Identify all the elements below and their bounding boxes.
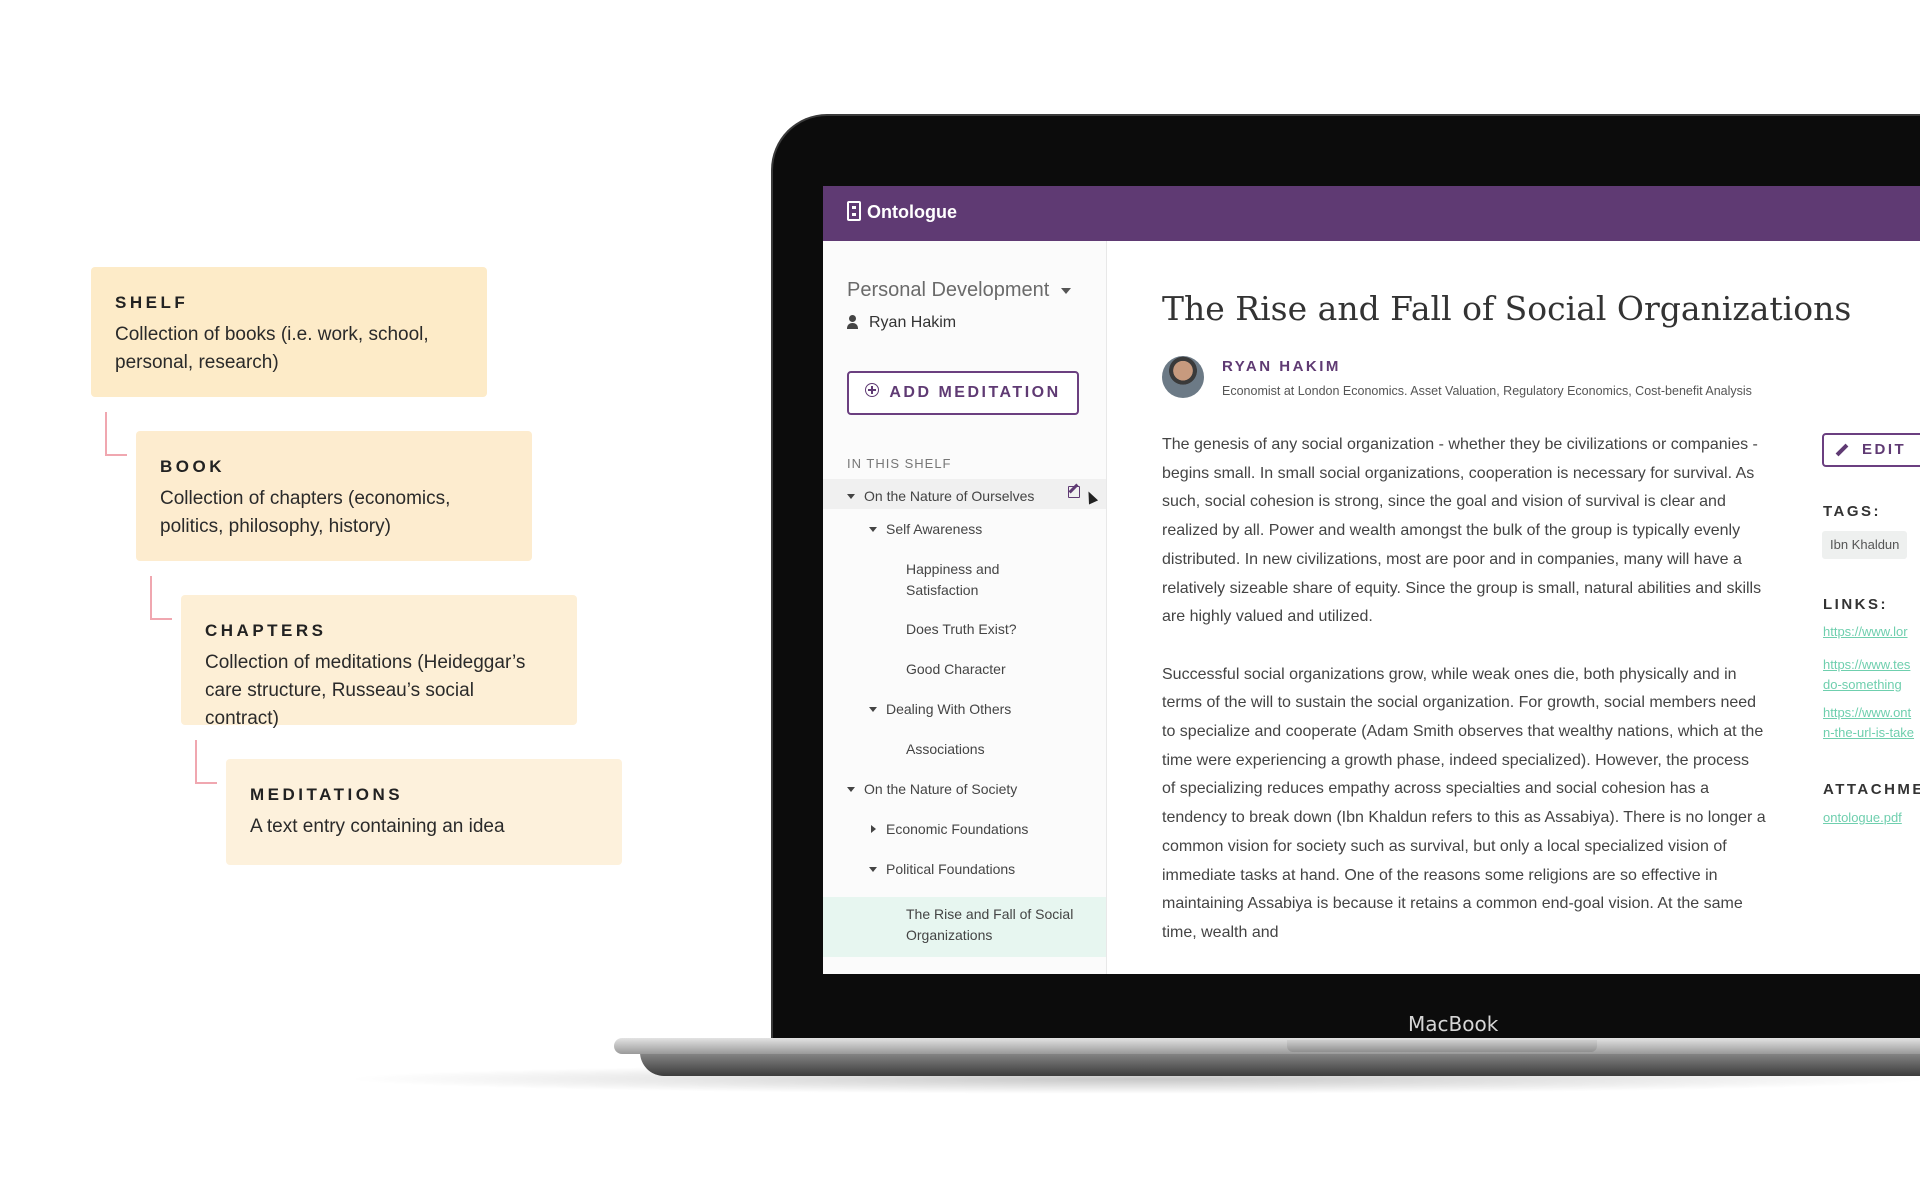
tree-chapter-dealing-with-others[interactable]: Dealing With Others (823, 699, 1106, 720)
owner-name: Ryan Hakim (869, 314, 957, 331)
edit-icon[interactable] (1068, 486, 1080, 498)
laptop-screen: Ontologue Personal Development Ryan Haki… (823, 186, 1920, 974)
tree-label: Self Awareness (886, 521, 983, 537)
tree-label: Does Truth Exist? (906, 621, 1017, 637)
link[interactable]: n-the-url-is-take (1823, 723, 1914, 743)
edit-label: EDIT (1862, 441, 1907, 458)
card-title: MEDITATIONS (250, 785, 404, 804)
author-description: Economist at London Economics. Asset Val… (1222, 384, 1752, 398)
tree-label: On the Nature of Ourselves (864, 488, 1035, 504)
link[interactable]: https://www.lor (1823, 622, 1908, 642)
card-description: Collection of meditations (Heideggar’s c… (205, 652, 526, 729)
card-title: CHAPTERS (205, 621, 327, 640)
laptop-base-bottom (640, 1052, 1920, 1076)
tree-label: On the Nature of Society (864, 781, 1018, 797)
tree-meditation-good-character[interactable]: Good Character (823, 659, 1106, 680)
tree-meditation-associations[interactable]: Associations (823, 739, 1106, 760)
shelf-card: SHELF Collection of books (i.e. work, sc… (91, 267, 487, 397)
caret-down-icon[interactable] (847, 494, 855, 499)
article-title: The Rise and Fall of Social Organization… (1162, 289, 1852, 328)
shelf-selector[interactable]: Personal Development (847, 279, 1072, 302)
author-name[interactable]: RYAN HAKIM (1222, 358, 1341, 375)
tree-meditation-happiness[interactable]: Happiness and Satisfaction (823, 559, 1043, 601)
shelf-name: Personal Development (847, 279, 1050, 301)
link[interactable]: do-something (1823, 675, 1902, 695)
tree-book-on-the-nature-of-society[interactable]: On the Nature of Society (823, 779, 1106, 800)
connector-line (150, 576, 172, 620)
tree-label: Associations (906, 741, 985, 757)
connector-line (195, 740, 217, 784)
card-title: SHELF (115, 293, 189, 312)
chapters-card: CHAPTERS Collection of meditations (Heid… (181, 595, 577, 729)
tree-label: Political Foundations (886, 861, 1016, 877)
tree-meditation-rise-and-fall[interactable]: The Rise and Fall of Social Organization… (823, 897, 1106, 957)
meditations-card: MEDITATIONS A text entry containing an i… (226, 759, 622, 865)
attachments-label: ATTACHME (1823, 781, 1920, 798)
caret-down-icon[interactable] (869, 527, 877, 532)
tree-chapter-political-foundations[interactable]: Political Foundations (823, 859, 1106, 880)
app-name[interactable]: Ontologue (867, 202, 957, 223)
add-meditation-label: ADD MEDITATION (889, 384, 1061, 401)
book-card: BOOK Collection of chapters (economics, … (136, 431, 532, 561)
tags-label: TAGS: (1823, 503, 1882, 520)
tree-chapter-economic-foundations[interactable]: Economic Foundations (823, 819, 1106, 840)
tree-label: Happiness and Satisfaction (906, 561, 1000, 598)
link[interactable]: https://www.tes (1823, 655, 1910, 675)
card-title: BOOK (160, 457, 225, 476)
plus-circle-icon (865, 383, 880, 397)
pencil-icon (1835, 443, 1849, 457)
macbook-label: MacBook (1408, 1012, 1499, 1036)
edit-button[interactable]: EDIT (1822, 433, 1920, 467)
article-body[interactable]: The genesis of any social organization -… (1162, 431, 1766, 974)
tree-label: Economic Foundations (886, 821, 1029, 837)
attachment-link[interactable]: ontologue.pdf (1823, 808, 1902, 828)
chevron-down-icon (1061, 287, 1072, 294)
tree-label: Good Character (906, 661, 1006, 677)
caret-down-icon[interactable] (869, 707, 877, 712)
shelf-owner: Ryan Hakim (847, 314, 956, 332)
connector-line (105, 412, 127, 456)
person-icon (847, 315, 858, 329)
mouse-cursor-icon (1083, 489, 1099, 505)
add-meditation-button[interactable]: ADD MEDITATION (847, 371, 1079, 415)
ontologue-logo-icon[interactable] (847, 201, 861, 221)
main-content: The Rise and Fall of Social Organization… (1107, 241, 1920, 974)
laptop-base (614, 1038, 1920, 1054)
links-label: LINKS: (1823, 596, 1888, 613)
card-description: A text entry containing an idea (250, 816, 505, 837)
avatar[interactable] (1162, 356, 1204, 398)
card-description: Collection of books (i.e. work, school, … (115, 324, 429, 373)
caret-right-icon[interactable] (871, 825, 876, 833)
tree-label: Dealing With Others (886, 701, 1012, 717)
tree-book-on-the-nature-of-ourselves[interactable]: On the Nature of Ourselves (823, 479, 1106, 509)
caret-down-icon[interactable] (847, 787, 855, 792)
link[interactable]: https://www.ont (1823, 703, 1911, 723)
laptop-hinge (1287, 1040, 1597, 1052)
card-description: Collection of chapters (economics, polit… (160, 488, 451, 537)
caret-down-icon[interactable] (869, 867, 877, 872)
tree-chapter-self-awareness[interactable]: Self Awareness (823, 519, 1106, 540)
sidebar: Personal Development Ryan Hakim ADD MEDI… (823, 241, 1107, 974)
tree-meditation-truth[interactable]: Does Truth Exist? (823, 619, 1106, 640)
paragraph: The genesis of any social organization -… (1162, 436, 1762, 626)
tree-label: The Rise and Fall of Social Organization… (906, 906, 1074, 943)
paragraph: Successful social organizations grow, wh… (1162, 665, 1766, 941)
app-topbar: Ontologue (823, 186, 1920, 241)
tag-chip[interactable]: Ibn Khaldun (1822, 531, 1908, 559)
section-label: IN THIS SHELF (847, 456, 952, 471)
